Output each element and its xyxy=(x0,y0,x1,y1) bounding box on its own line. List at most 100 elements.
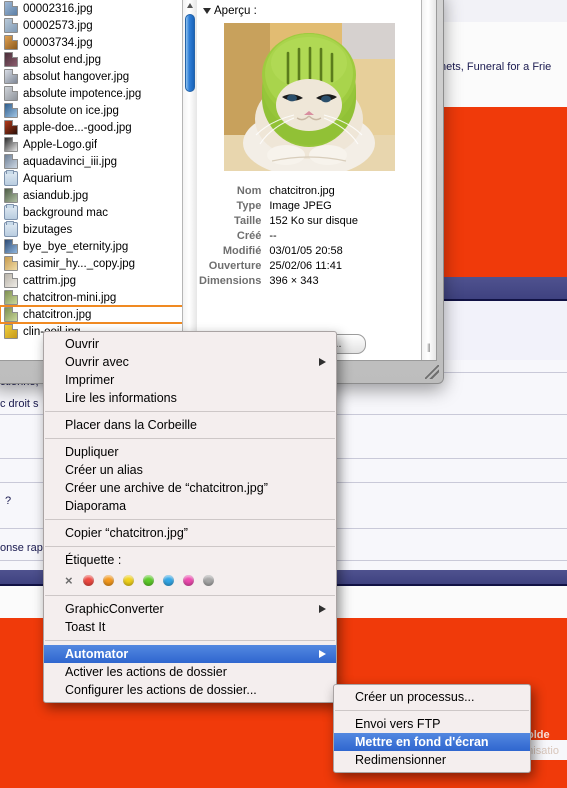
file-list-item[interactable]: chatcitron-mini.jpg xyxy=(0,289,196,306)
metadata-value: 25/02/06 11:41 xyxy=(269,260,342,272)
label-color-dot[interactable] xyxy=(162,574,174,586)
image-file-icon xyxy=(4,137,18,152)
menu-item[interactable]: Ouvrir avec xyxy=(44,353,336,371)
menu-item[interactable]: Activer les actions de dossier xyxy=(44,663,336,681)
menu-item[interactable]: Mettre en fond d'écran xyxy=(334,733,530,751)
menu-item[interactable]: Automator xyxy=(44,645,336,663)
menu-separator xyxy=(45,595,335,596)
file-name-label: absolute on ice.jpg xyxy=(23,104,119,117)
scroll-up-arrow-icon[interactable] xyxy=(187,3,193,8)
label-none-icon[interactable]: × xyxy=(65,574,73,587)
menu-item[interactable]: Placer dans la Corbeille xyxy=(44,416,336,434)
context-menu[interactable]: Ouvrir Ouvrir avec Imprimer Lire les inform… xyxy=(43,331,337,703)
label-color-dot[interactable] xyxy=(182,574,194,586)
image-file-icon xyxy=(4,69,18,84)
finder-column-window[interactable]: 00002316.jpg 00002573.jpg 00003734.jpg abso… xyxy=(0,0,444,384)
preview-scrollbar[interactable]: || xyxy=(421,0,436,360)
menu-item-label: Automator xyxy=(65,647,129,661)
menu-item-label: Diaporama xyxy=(65,499,127,513)
file-list-item[interactable]: absolut end.jpg xyxy=(0,51,196,68)
menu-item[interactable]: Lire les informations xyxy=(44,389,336,407)
background-text-left-2: c droit s xyxy=(0,398,39,410)
file-name-label: casimir_hy..._copy.jpg xyxy=(23,257,136,270)
metadata-row: Nom chatcitron.jpg xyxy=(199,185,358,198)
window-resize-grip[interactable] xyxy=(425,365,439,379)
triangle-down-icon[interactable] xyxy=(203,8,211,14)
file-list-scrollbar[interactable] xyxy=(182,0,197,360)
file-list-item[interactable]: absolut hangover.jpg xyxy=(0,68,196,85)
label-color-dot[interactable] xyxy=(122,574,134,586)
menu-separator xyxy=(45,438,335,439)
file-list-column[interactable]: 00002316.jpg 00002573.jpg 00003734.jpg abso… xyxy=(0,0,197,360)
metadata-key: Nom xyxy=(236,185,262,197)
metadata-value: Image JPEG xyxy=(269,200,332,212)
menu-item[interactable]: Créer un alias xyxy=(44,461,336,479)
file-name-label: apple-doe...-good.jpg xyxy=(23,121,132,134)
file-name-label: Apple-Logo.gif xyxy=(23,138,98,151)
menu-item[interactable]: Configurer les actions de dossier... xyxy=(44,681,336,699)
file-name-label: chatcitron.jpg xyxy=(23,308,92,321)
automator-submenu[interactable]: Créer un processus... Envoi vers FTP Mettr… xyxy=(333,684,531,773)
submenu-arrow-icon xyxy=(319,605,326,613)
submenu-arrow-icon xyxy=(319,650,326,658)
menu-item[interactable]: Créer un processus... xyxy=(334,688,530,706)
label-color-dot[interactable] xyxy=(202,574,214,586)
menu-item[interactable]: Dupliquer xyxy=(44,443,336,461)
scrollbar-thumb[interactable] xyxy=(185,14,195,92)
file-list-item[interactable]: background mac xyxy=(0,204,196,221)
preview-header[interactable]: Aperçu : xyxy=(197,0,421,19)
menu-item[interactable]: Créer une archive de “chatcitron.jpg” xyxy=(44,479,336,497)
metadata-key: Taille xyxy=(234,215,262,227)
file-name-label: bye_bye_eternity.jpg xyxy=(23,240,129,253)
finder-window-content: 00002316.jpg 00002573.jpg 00003734.jpg abso… xyxy=(0,0,437,361)
image-file-icon xyxy=(4,1,18,16)
label-color-row[interactable]: × xyxy=(44,569,336,591)
metadata-value: 03/01/05 20:58 xyxy=(269,245,343,257)
file-list-item[interactable]: bizutages xyxy=(0,221,196,238)
image-file-icon xyxy=(4,256,18,271)
menu-separator xyxy=(335,710,529,711)
file-list-item[interactable]: asiandub.jpg xyxy=(0,187,196,204)
menu-item[interactable]: Toast It xyxy=(44,618,336,636)
image-file-icon xyxy=(4,273,18,288)
preview-image xyxy=(223,23,395,171)
image-file-icon xyxy=(4,35,18,50)
label-color-dot[interactable] xyxy=(142,574,154,586)
preview-metadata-table: Nom chatcitron.jpg Type Image JPEG Taille 152… xyxy=(197,183,360,290)
menu-item[interactable]: Envoi vers FTP xyxy=(334,715,530,733)
menu-separator xyxy=(45,546,335,547)
image-file-icon xyxy=(4,86,18,101)
menu-item[interactable]: GraphicConverter xyxy=(44,600,336,618)
file-list-item[interactable]: bye_bye_eternity.jpg xyxy=(0,238,196,255)
file-list-item[interactable]: aquadavinci_iii.jpg xyxy=(0,153,196,170)
metadata-row: Type Image JPEG xyxy=(199,200,358,213)
menu-item-label: Configurer les actions de dossier... xyxy=(65,683,257,697)
file-list-item[interactable]: absolute on ice.jpg xyxy=(0,102,196,119)
file-list-item[interactable]: absolute impotence.jpg xyxy=(0,85,196,102)
file-list-item[interactable]: chatcitron.jpg xyxy=(0,305,196,324)
menu-item[interactable]: Copier “chatcitron.jpg” xyxy=(44,524,336,542)
menu-item[interactable]: Ouvrir xyxy=(44,335,336,353)
file-list-item[interactable]: 00003734.jpg xyxy=(0,34,196,51)
label-color-dot[interactable] xyxy=(82,574,94,586)
metadata-value: 396 × 343 xyxy=(269,275,319,287)
file-list-item[interactable]: 00002316.jpg xyxy=(0,0,196,17)
menu-item-label: GraphicConverter xyxy=(65,602,164,616)
file-list-item[interactable]: cattrim.jpg xyxy=(0,272,196,289)
metadata-key: Créé xyxy=(236,230,262,242)
file-list-item[interactable]: casimir_hy..._copy.jpg xyxy=(0,255,196,272)
file-list-item[interactable]: apple-doe...-good.jpg xyxy=(0,119,196,136)
file-name-label: bizutages xyxy=(23,223,73,236)
file-list-item[interactable]: 00002573.jpg xyxy=(0,17,196,34)
label-color-dot[interactable] xyxy=(102,574,114,586)
file-list-item[interactable]: Apple-Logo.gif xyxy=(0,136,196,153)
submenu-arrow-icon xyxy=(319,358,326,366)
menu-item[interactable]: Imprimer xyxy=(44,371,336,389)
menu-item-label: Dupliquer xyxy=(65,445,119,459)
file-list-item[interactable]: Aquarium xyxy=(0,170,196,187)
cat-lime-helmet-illustration xyxy=(223,23,395,171)
metadata-row: Taille 152 Ko sur disque xyxy=(199,215,358,228)
menu-item[interactable]: Diaporama xyxy=(44,497,336,515)
preview-column: Aperçu : Nom chatcitron.jpg Type Image J… xyxy=(197,0,422,360)
menu-item[interactable]: Redimensionner xyxy=(334,751,530,769)
